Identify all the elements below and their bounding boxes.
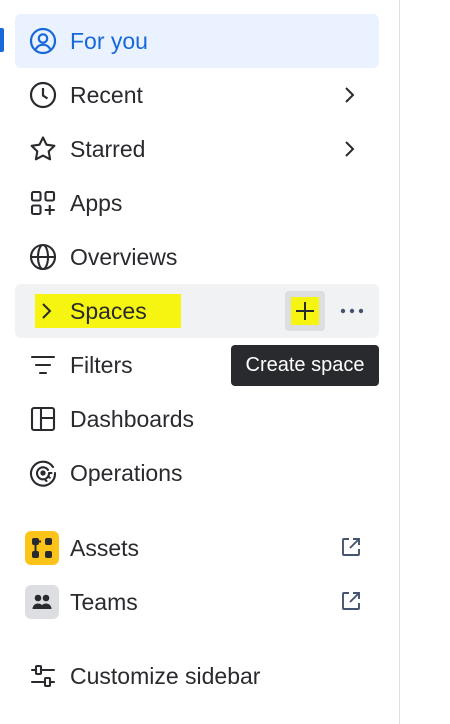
chevron-right-icon[interactable] xyxy=(31,296,61,326)
sidebar-item-teams[interactable]: Teams xyxy=(15,575,379,629)
sidebar-item-for-you[interactable]: For you xyxy=(15,14,379,68)
sidebar-item-label: Assets xyxy=(70,535,140,561)
sidebar-item-label: Spaces xyxy=(70,298,147,324)
filter-icon xyxy=(28,350,58,380)
sidebar-item-label: Customize sidebar xyxy=(70,663,261,689)
sidebar-divider xyxy=(399,0,400,724)
sidebar-item-label: Dashboards xyxy=(70,406,195,432)
sidebar-item-assets[interactable]: Assets xyxy=(15,521,379,575)
sidebar-item-label: Apps xyxy=(70,190,123,216)
sidebar-item-apps[interactable]: Apps xyxy=(15,176,379,230)
sidebar-item-dashboards[interactable]: Dashboards xyxy=(15,392,379,446)
sidebar-item-recent[interactable]: Recent xyxy=(15,68,379,122)
sidebar-item-label: Recent xyxy=(70,82,143,108)
external-link-icon xyxy=(340,590,364,614)
star-icon xyxy=(28,134,58,164)
teams-icon xyxy=(25,585,59,619)
sidebar-item-label: Operations xyxy=(70,460,183,486)
sliders-icon xyxy=(28,661,58,691)
sidebar-item-operations[interactable]: Operations xyxy=(15,446,379,500)
chevron-right-icon[interactable] xyxy=(337,83,361,107)
active-indicator xyxy=(0,28,4,52)
clock-icon xyxy=(28,80,58,110)
sidebar-item-label: Filters xyxy=(70,352,133,378)
more-options-button[interactable] xyxy=(337,296,367,326)
operations-icon xyxy=(28,458,58,488)
apps-grid-icon xyxy=(28,188,58,218)
sidebar-item-label: Teams xyxy=(70,589,138,615)
create-space-tooltip: Create space xyxy=(231,345,379,386)
assets-icon xyxy=(25,531,59,565)
sidebar: For you Recent Starred Apps Overviews Sp… xyxy=(0,0,399,724)
sidebar-item-label: For you xyxy=(70,28,148,54)
chevron-right-icon[interactable] xyxy=(337,137,361,161)
sidebar-item-starred[interactable]: Starred xyxy=(15,122,379,176)
sidebar-item-spaces[interactable]: Spaces xyxy=(15,284,379,338)
dashboard-icon xyxy=(28,404,58,434)
globe-icon xyxy=(28,242,58,272)
sidebar-item-overviews[interactable]: Overviews xyxy=(15,230,379,284)
sidebar-item-customize-sidebar[interactable]: Customize sidebar xyxy=(15,649,379,703)
sidebar-item-label: Starred xyxy=(70,136,146,162)
sidebar-item-label: Overviews xyxy=(70,244,178,270)
external-link-icon xyxy=(340,536,364,560)
user-circle-icon xyxy=(28,26,58,56)
plus-icon xyxy=(296,302,314,320)
create-space-button[interactable] xyxy=(285,291,325,331)
more-icon xyxy=(340,308,364,314)
